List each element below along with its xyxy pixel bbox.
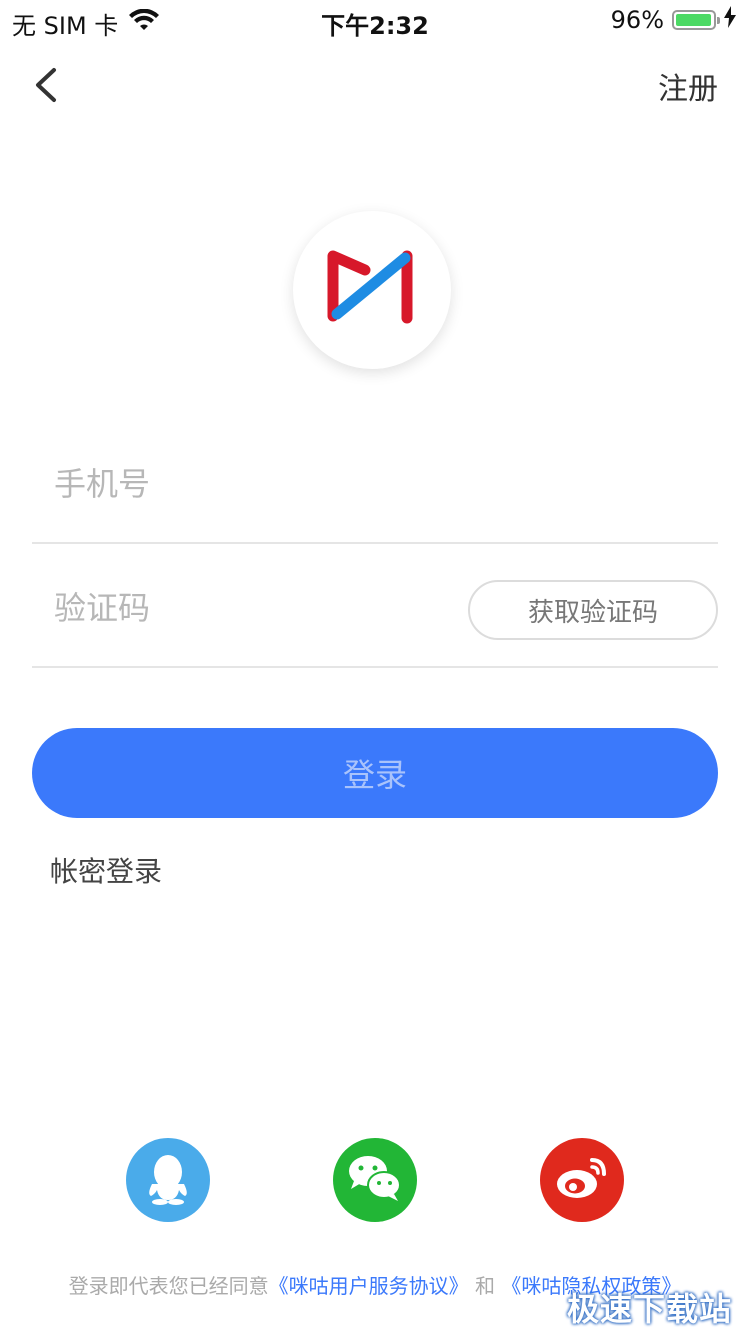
phone-input[interactable] — [52, 424, 456, 544]
password-login-link[interactable]: 帐密登录 — [50, 850, 162, 890]
wechat-login-button[interactable] — [333, 1138, 417, 1222]
wechat-icon — [346, 1153, 404, 1207]
login-button[interactable]: 登录 — [32, 728, 718, 818]
battery-percent: 96% — [610, 6, 664, 34]
weibo-login-button[interactable] — [540, 1138, 624, 1222]
app-logo — [293, 211, 451, 369]
register-link[interactable]: 注册 — [658, 64, 718, 108]
battery-cap — [717, 17, 720, 24]
back-button[interactable] — [28, 60, 72, 110]
qq-login-button[interactable] — [126, 1138, 210, 1222]
code-field-row: 获取验证码 — [32, 548, 718, 668]
agreement-prefix: 登录即代表您已经同意 — [68, 1274, 269, 1298]
migu-logo-icon — [327, 248, 417, 332]
charging-icon — [724, 6, 736, 34]
phone-field-row — [32, 424, 718, 544]
get-code-button[interactable]: 获取验证码 — [468, 580, 718, 640]
battery-icon — [672, 10, 720, 30]
status-right: 96% — [611, 6, 736, 34]
status-bar: 无 SIM 卡 下午2:32 96% — [0, 0, 750, 40]
agreement-conjunction: 和 — [475, 1274, 495, 1298]
verification-code-input[interactable] — [52, 548, 456, 668]
battery-fill — [676, 14, 711, 26]
user-agreement-link[interactable]: 《咪咕用户服务协议》 — [269, 1274, 469, 1298]
watermark-logo: 极速下载站 — [566, 1290, 732, 1328]
weibo-icon — [554, 1154, 610, 1206]
qq-icon — [143, 1150, 193, 1210]
chevron-left-icon — [28, 68, 72, 114]
